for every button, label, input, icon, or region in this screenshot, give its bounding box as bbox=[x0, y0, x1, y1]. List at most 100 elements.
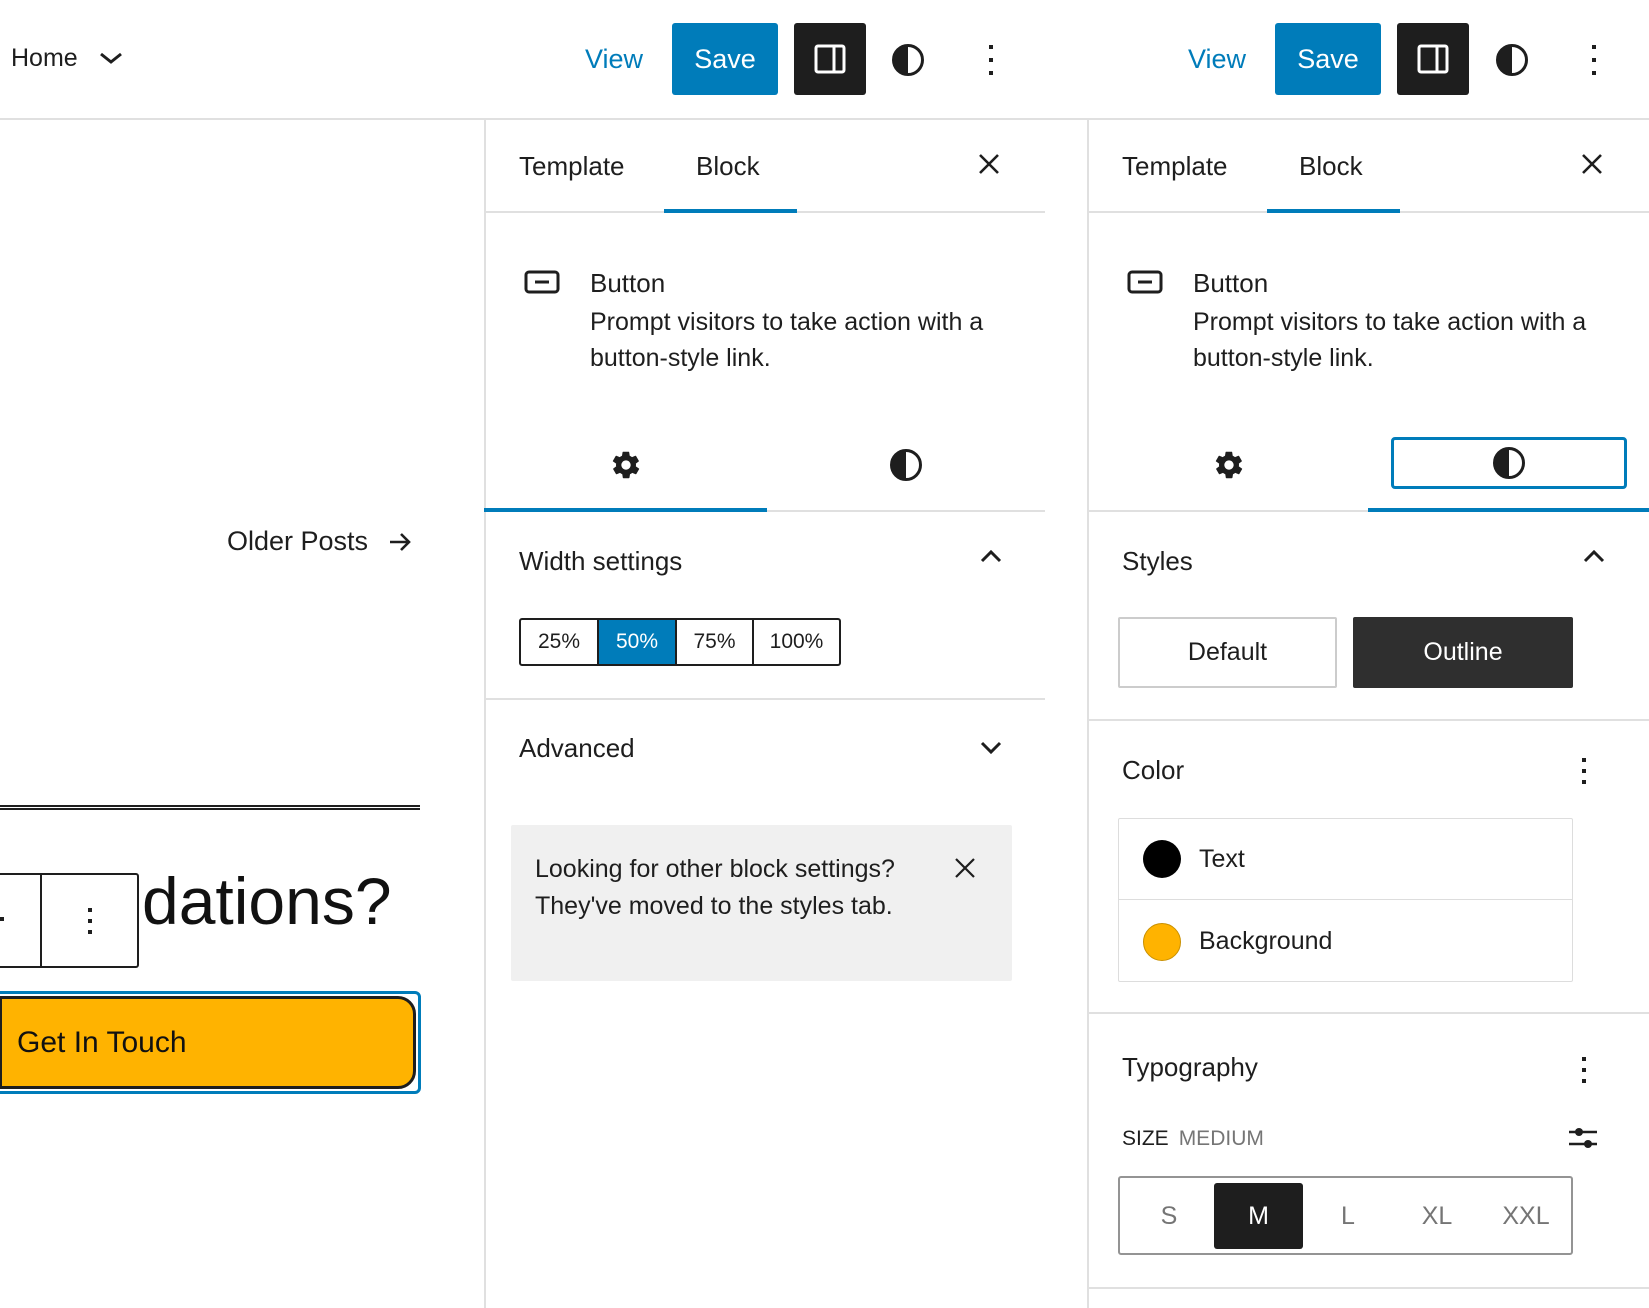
options-menu-button[interactable] bbox=[973, 37, 1009, 83]
block-description: Prompt visitors to take action with a bu… bbox=[1193, 308, 1587, 372]
separator-block bbox=[0, 805, 420, 810]
save-button[interactable]: Save bbox=[672, 23, 778, 95]
move-handle-icon bbox=[0, 917, 4, 921]
chevron-down-icon bbox=[98, 50, 124, 66]
tab-block-indicator bbox=[1267, 209, 1400, 213]
block-card: Button Prompt visitors to take action wi… bbox=[486, 240, 1045, 390]
cta-button-label: Get In Touch bbox=[17, 1025, 187, 1059]
options-menu-button[interactable] bbox=[1576, 37, 1612, 83]
size-label: SIZE bbox=[1122, 1127, 1169, 1150]
gear-icon bbox=[612, 451, 640, 479]
size-option-xl[interactable]: XL bbox=[1393, 1183, 1481, 1249]
cta-button[interactable]: Get In Touch bbox=[0, 996, 416, 1089]
close-sidebar-button[interactable] bbox=[1575, 147, 1609, 181]
styles-button[interactable] bbox=[1489, 37, 1535, 83]
color-item-label: Text bbox=[1199, 844, 1245, 873]
close-icon bbox=[955, 858, 975, 878]
width-settings-panel: Width settings 25% 50% 75% 100% bbox=[486, 512, 1045, 698]
font-size-picker: S M L XL XXL bbox=[1118, 1176, 1573, 1255]
more-vertical-icon bbox=[1592, 45, 1596, 75]
editor-canvas: Home Older Posts dations? Get In Touch bbox=[0, 0, 484, 1308]
styles-section: Styles Default Outline bbox=[1089, 512, 1649, 720]
more-vertical-icon bbox=[87, 907, 92, 934]
template-selector-label: Home bbox=[11, 43, 78, 72]
size-option-m[interactable]: M bbox=[1214, 1183, 1303, 1249]
styles-section-toggle[interactable]: Styles bbox=[1089, 512, 1649, 592]
style-option-outline[interactable]: Outline bbox=[1353, 617, 1573, 688]
cta-button-selection[interactable]: Get In Touch bbox=[0, 991, 421, 1094]
typography-options-button[interactable] bbox=[1569, 1050, 1599, 1090]
sidebar-icon bbox=[814, 44, 846, 74]
notice-text: Looking for other block settings? They'v… bbox=[535, 855, 895, 920]
more-vertical-icon bbox=[989, 45, 993, 75]
styles-moved-notice: Looking for other block settings? They'v… bbox=[511, 825, 1012, 981]
styles-panel: Template Block Button Prompt visitors to… bbox=[1089, 120, 1649, 1308]
view-button[interactable]: View bbox=[1188, 23, 1246, 95]
advanced-panel-toggle[interactable]: Advanced bbox=[486, 700, 1045, 790]
settings-sidebar-toggle[interactable] bbox=[1397, 23, 1469, 95]
styles-title: Styles bbox=[1122, 546, 1193, 576]
tab-block[interactable]: Block bbox=[696, 153, 760, 179]
block-card: Button Prompt visitors to take action wi… bbox=[1089, 240, 1649, 390]
gear-icon bbox=[1215, 451, 1243, 479]
contrast-icon bbox=[892, 44, 924, 76]
width-settings-title: Width settings bbox=[519, 546, 683, 576]
more-vertical-icon bbox=[1582, 1057, 1586, 1083]
block-description: Prompt visitors to take action with a bu… bbox=[590, 308, 984, 372]
section-divider bbox=[1089, 1287, 1649, 1289]
view-button[interactable]: View bbox=[585, 23, 643, 95]
color-item-label: Background bbox=[1199, 927, 1333, 955]
tab-block-indicator bbox=[664, 209, 797, 213]
tab-template[interactable]: Template bbox=[1122, 153, 1228, 179]
block-title: Button bbox=[590, 268, 666, 298]
size-value: MEDIUM bbox=[1178, 1127, 1264, 1150]
styles-button[interactable] bbox=[885, 37, 931, 83]
settings-sidebar-toggle[interactable] bbox=[794, 23, 866, 95]
toolbar-move-button[interactable] bbox=[0, 875, 42, 966]
subtab-styles[interactable] bbox=[766, 425, 1045, 505]
color-item-background[interactable]: Background bbox=[1119, 901, 1572, 982]
dismiss-notice-button[interactable] bbox=[948, 851, 982, 885]
width-option-100[interactable]: 100% bbox=[754, 620, 839, 664]
settings-panel: Template Block Button Prompt visitors to… bbox=[484, 120, 1045, 1308]
sliders-icon bbox=[1569, 1128, 1597, 1148]
block-title: Button bbox=[1193, 268, 1269, 298]
subtab-styles[interactable] bbox=[1391, 437, 1627, 489]
block-toolbar bbox=[0, 873, 139, 968]
tab-block[interactable]: Block bbox=[1299, 153, 1363, 179]
heading-block[interactable]: dations? bbox=[142, 868, 392, 934]
size-option-xxl[interactable]: XXL bbox=[1482, 1183, 1570, 1249]
more-vertical-icon bbox=[1582, 758, 1586, 784]
close-sidebar-button[interactable] bbox=[972, 147, 1006, 181]
size-option-l[interactable]: L bbox=[1304, 1183, 1392, 1249]
size-option-s[interactable]: S bbox=[1125, 1183, 1213, 1249]
subtab-settings[interactable] bbox=[486, 425, 766, 505]
width-settings-toggle[interactable]: Width settings bbox=[486, 512, 1045, 592]
color-item-text[interactable]: Text bbox=[1119, 819, 1572, 900]
width-option-50[interactable]: 50% bbox=[599, 620, 677, 664]
sidebar-icon bbox=[1417, 44, 1449, 74]
older-posts-link[interactable]: Older Posts bbox=[227, 526, 412, 557]
close-icon bbox=[1582, 154, 1602, 174]
custom-size-toggle[interactable] bbox=[1563, 1118, 1603, 1158]
template-selector[interactable]: Home bbox=[11, 40, 124, 76]
block-options-button[interactable] bbox=[42, 875, 137, 966]
older-posts-label: Older Posts bbox=[227, 526, 369, 556]
color-list: Text Background bbox=[1118, 818, 1573, 982]
typography-title: Typography bbox=[1122, 1052, 1258, 1082]
color-title: Color bbox=[1122, 755, 1185, 785]
text-color-swatch bbox=[1143, 840, 1181, 878]
background-color-swatch bbox=[1143, 922, 1181, 961]
arrow-right-icon bbox=[388, 532, 412, 552]
subtab-settings[interactable] bbox=[1089, 425, 1369, 505]
width-option-75[interactable]: 75% bbox=[677, 620, 754, 664]
color-section: Color Text Background bbox=[1089, 721, 1649, 1013]
style-option-default[interactable]: Default bbox=[1118, 617, 1337, 688]
width-option-25[interactable]: 25% bbox=[521, 620, 599, 664]
contrast-icon bbox=[1496, 44, 1528, 76]
tab-template[interactable]: Template bbox=[519, 153, 625, 179]
chevron-up-icon bbox=[1583, 549, 1605, 563]
save-button[interactable]: Save bbox=[1275, 23, 1381, 95]
color-options-button[interactable] bbox=[1569, 751, 1599, 791]
advanced-title: Advanced bbox=[519, 733, 635, 763]
